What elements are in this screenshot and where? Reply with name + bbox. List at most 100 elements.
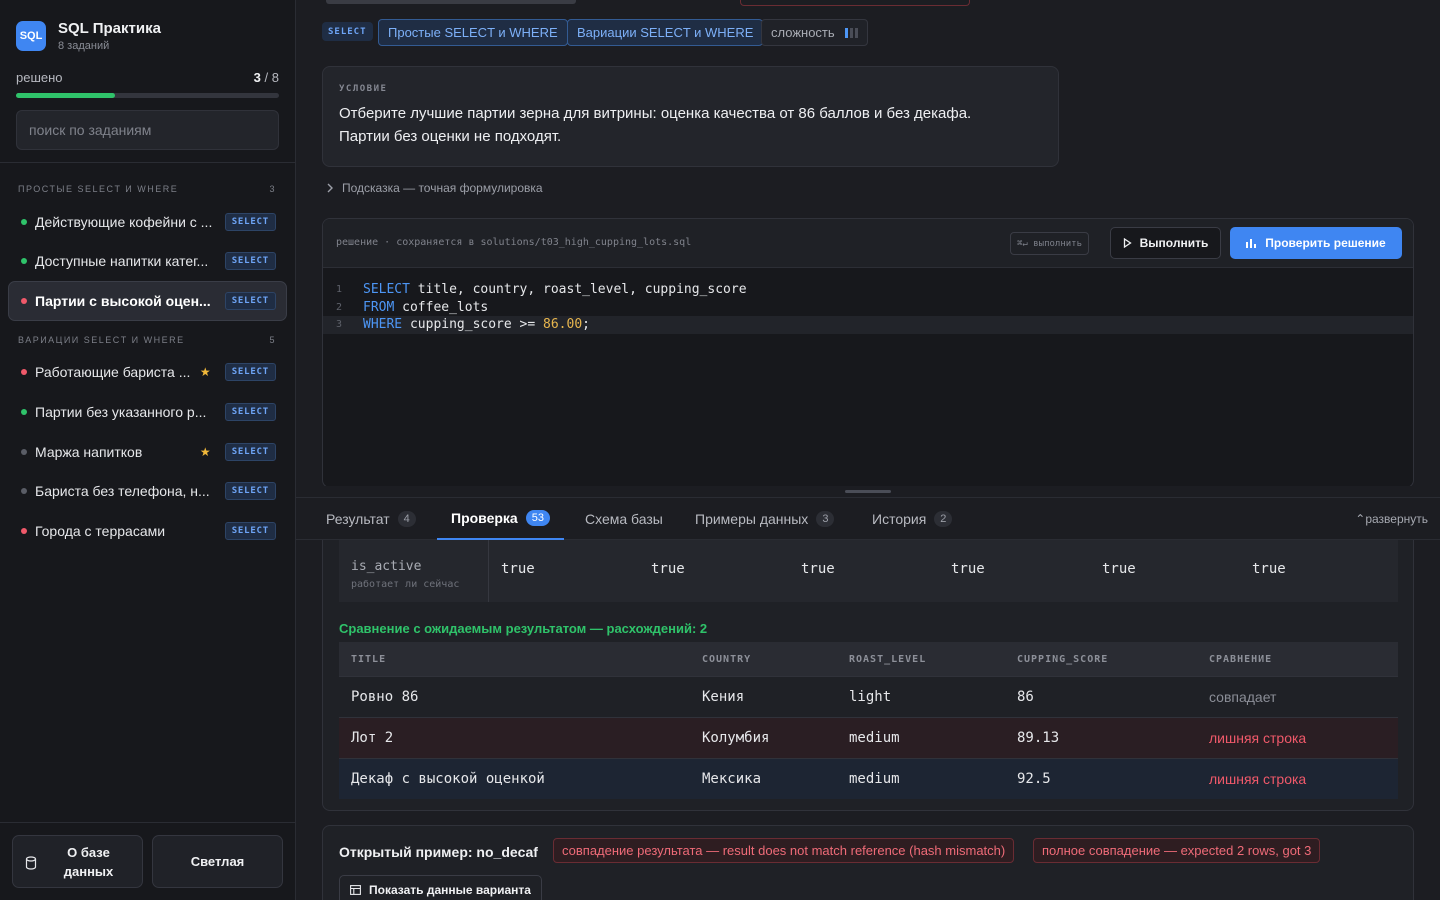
sidebar-task-item[interactable]: Бариста без телефона, н... SELECT xyxy=(8,471,287,511)
status-dot xyxy=(21,528,27,534)
condition-text: Отберите лучшие партии зерна для витрины… xyxy=(339,102,1042,148)
group-header-variations: вариации SELECT и WHERE 5 xyxy=(18,335,276,345)
table-cell: Декаф с высокой оценкой xyxy=(351,771,545,787)
table-cell: Колумбия xyxy=(702,730,770,746)
sql-keyword: WHERE xyxy=(363,317,403,333)
task-label: Бариста без телефона, н... xyxy=(35,483,210,499)
condition-line: Отберите лучшие партии зерна для витрины… xyxy=(339,105,972,122)
task-label: Города с террасами xyxy=(35,523,166,539)
check-solution-button[interactable]: Проверить решение xyxy=(1230,227,1402,259)
progress-row: решено 3 / 8 xyxy=(16,70,279,85)
status-dot xyxy=(21,409,27,415)
search-input[interactable] xyxy=(16,110,279,150)
brand: SQL SQL Практика 8 заданий xyxy=(16,20,161,52)
sql-keyword: FROM xyxy=(363,299,395,315)
star-icon: ★ xyxy=(199,365,211,379)
database-icon xyxy=(25,856,37,870)
result-tab[interactable]: Примеры данных 3 xyxy=(681,498,848,540)
table-row: Лот 2 Колумбия medium 89.13 лишняя строка xyxy=(339,717,1398,758)
check-panel: is_active работает ли сейчас true true tru… xyxy=(322,540,1414,811)
about-db-button[interactable]: О базе данных xyxy=(12,835,143,888)
condition-label: УСЛОВИЕ xyxy=(339,84,388,94)
table-row: Декаф с высокой оценкой Мексика medium 92.5… xyxy=(339,758,1398,799)
app-logo: SQL xyxy=(16,21,46,51)
task-tag: SELECT xyxy=(224,213,276,231)
progress-label: решено xyxy=(16,70,63,85)
column-name: is_active xyxy=(351,559,422,574)
sidebar-task-item[interactable]: Маржа напитков ★ SELECT xyxy=(8,432,287,472)
difficulty-meter xyxy=(844,27,858,38)
title-fragment xyxy=(326,0,576,4)
result-tab[interactable]: Результат 4 xyxy=(312,498,430,540)
difficulty-pill: сложность xyxy=(761,19,868,46)
topic-pill-simple[interactable]: Простые SELECT и WHERE xyxy=(378,19,568,46)
comparison-table: TITLE COUNTRY ROAST_LEVEL CUPPING_SCORE СРАВ… xyxy=(339,642,1398,799)
code-line: 2 FROM coffee_lots xyxy=(323,299,1413,317)
sql-keyword: SELECT xyxy=(363,282,410,298)
result-tab[interactable]: Схема базы xyxy=(571,498,677,540)
variant-value: true xyxy=(501,561,535,577)
star-icon: ★ xyxy=(199,445,211,459)
table-cell: medium xyxy=(849,771,900,787)
run-button[interactable]: Выполнить xyxy=(1110,227,1221,259)
editor-file-info: решение · сохраняется в solutions/t03_hi… xyxy=(336,237,692,248)
tab-count-badge: 4 xyxy=(397,511,416,527)
editor-toolbar: решение · сохраняется в solutions/t03_hi… xyxy=(323,219,1413,268)
bar-chart-icon xyxy=(1246,239,1257,248)
table-header: TITLE COUNTRY ROAST_LEVEL CUPPING_SCORE СРАВ… xyxy=(339,642,1398,676)
code-line: 3 WHERE cupping_score >= 86.00; xyxy=(323,316,1413,334)
task-tag: SELECT xyxy=(224,403,276,421)
table-cell: 86 xyxy=(1017,689,1034,705)
theme-toggle-button[interactable]: Светлая xyxy=(152,835,283,888)
show-variant-data-button[interactable]: Показать данные варианта xyxy=(339,875,542,900)
result-tab[interactable]: История 2 xyxy=(858,498,966,540)
select-tag: SELECT xyxy=(322,22,373,41)
expand-label: развернуть xyxy=(1365,512,1428,526)
result-tab[interactable]: Проверка 53 xyxy=(437,498,564,540)
hint-toggle[interactable]: Подсказка — точная формулировка xyxy=(326,181,543,195)
tab-label: Проверка xyxy=(451,510,518,526)
sidebar-task-item[interactable]: Партии без указанного р... SELECT xyxy=(8,392,287,432)
task-count: 8 заданий xyxy=(58,40,110,52)
task-tag: SELECT xyxy=(224,482,276,500)
sidebar-divider xyxy=(0,162,296,163)
tab-count-badge: 53 xyxy=(525,510,550,526)
line-number: 1 xyxy=(336,284,343,296)
table-cell: light xyxy=(849,689,892,705)
tab-label: Результат xyxy=(326,511,390,527)
line-number: 3 xyxy=(336,319,343,331)
sidebar-task-item[interactable]: Доступные напитки катег... SELECT xyxy=(8,241,287,281)
run-shortcut-hint: ⌘↵ выполнить xyxy=(1010,232,1090,255)
table-row: Ровно 86 Кения light 86 совпадает xyxy=(339,676,1398,717)
task-tag: SELECT xyxy=(224,443,276,461)
code-area[interactable]: 1 SELECT title, country, roast_level, cup… xyxy=(323,281,1413,334)
task-tag: SELECT xyxy=(224,363,276,381)
comparison-status: лишняя строка xyxy=(1209,730,1307,746)
sidebar-task-item[interactable]: Партии с высокой оцен... SELECT xyxy=(8,281,287,321)
group-count: 3 xyxy=(269,184,276,194)
progress-bar xyxy=(16,93,279,98)
topic-pill-variations[interactable]: Вариации SELECT и WHERE xyxy=(567,19,764,46)
table-icon xyxy=(350,885,361,895)
sidebar-task-item[interactable]: Действующие кофейни с ... SELECT xyxy=(8,202,287,242)
splitter-grip[interactable] xyxy=(845,490,891,493)
sql-text: ; xyxy=(582,317,590,333)
sidebar-task-item[interactable]: Работающие бариста ... ★ SELECT xyxy=(8,352,287,392)
task-label: Доступные напитки катег... xyxy=(35,253,209,269)
task-condition: УСЛОВИЕ Отберите лучшие партии зерна для… xyxy=(322,66,1059,167)
sql-text: cupping_score >= xyxy=(402,317,544,333)
expand-button[interactable]: ⌃развернуть xyxy=(1355,512,1428,526)
line-number: 2 xyxy=(336,301,343,313)
variant-column: is_active работает ли сейчас xyxy=(339,540,489,602)
group-header-simple: простые SELECT и WHERE 3 xyxy=(18,184,276,194)
chevron-up-icon: ⌃ xyxy=(1355,512,1366,526)
variant-value: true xyxy=(801,561,835,577)
task-label: Действующие кофейни с ... xyxy=(35,214,213,230)
panel-splitter[interactable] xyxy=(296,486,1440,497)
tab-label: Схема базы xyxy=(585,511,663,527)
progress-count: 3 / 8 xyxy=(254,70,279,85)
column-header: TITLE xyxy=(351,653,387,665)
chevron-right-icon xyxy=(327,183,333,193)
sidebar-task-item[interactable]: Города с террасами SELECT xyxy=(8,511,287,551)
task-tag: SELECT xyxy=(224,252,276,270)
